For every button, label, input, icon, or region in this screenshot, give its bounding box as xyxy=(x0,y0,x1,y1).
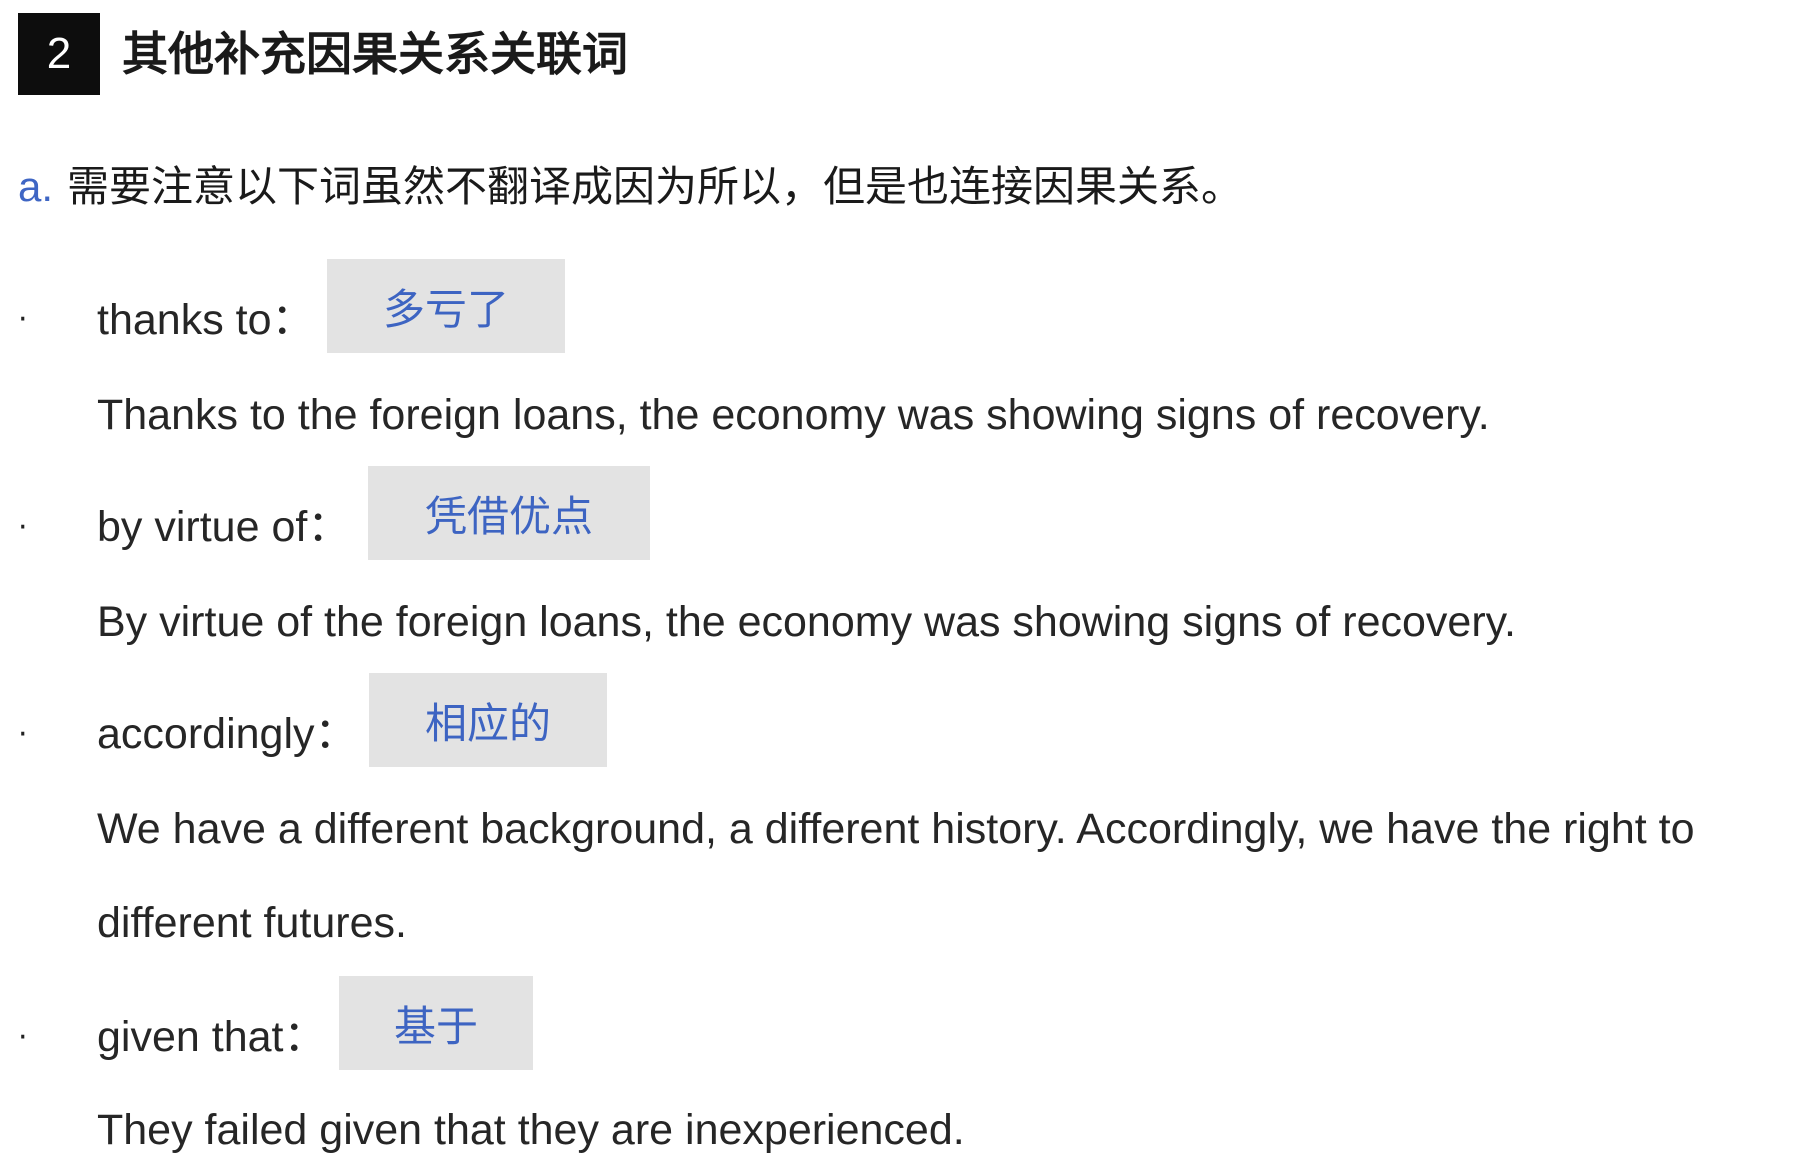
meaning-tag: 相应的 xyxy=(369,673,607,767)
term-accordingly: accordingly： xyxy=(97,710,358,758)
meaning-tag: 凭借优点 xyxy=(368,466,650,560)
meaning-tag: 基于 xyxy=(339,976,533,1070)
bullet-icon: · xyxy=(18,510,28,545)
example-sentence: By virtue of the foreign loans, the econ… xyxy=(97,598,1516,646)
section-title: 其他补充因果关系关联词 xyxy=(122,27,628,81)
intro-letter: a. xyxy=(18,163,54,210)
section-number-badge: 2 xyxy=(18,13,100,95)
example-sentence: They failed given that they are inexperi… xyxy=(97,1106,965,1154)
example-sentence: We have a different background, a differ… xyxy=(97,805,1695,853)
term-thanks-to: thanks to： xyxy=(97,296,315,344)
example-sentence-continued: different futures. xyxy=(97,899,407,947)
intro-text: 需要注意以下词虽然不翻译成因为所以，但是也连接因果关系。 xyxy=(67,162,1244,211)
intro-line: a. 需要注意以下词虽然不翻译成因为所以，但是也连接因果关系。 xyxy=(18,155,1243,219)
bullet-icon: · xyxy=(18,302,28,337)
term-given-that: given that： xyxy=(97,1013,327,1061)
example-sentence: Thanks to the foreign loans, the economy… xyxy=(97,391,1490,439)
bullet-icon: · xyxy=(18,1020,28,1055)
term-by-virtue-of: by virtue of： xyxy=(97,503,351,551)
bullet-icon: · xyxy=(18,717,28,752)
meaning-tag: 多亏了 xyxy=(327,259,565,353)
